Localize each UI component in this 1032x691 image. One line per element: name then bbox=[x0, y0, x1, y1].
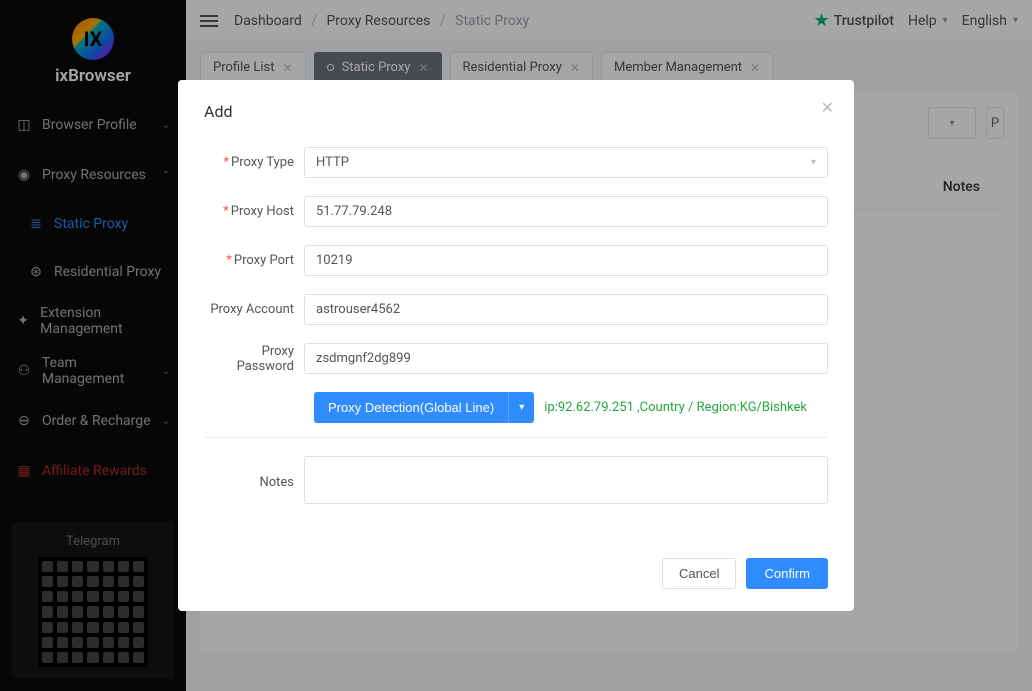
add-proxy-modal: Add ✕ *Proxy Type HTTP ▾ *Proxy Host *Pr… bbox=[178, 80, 854, 611]
proxy-port-input[interactable] bbox=[304, 245, 828, 276]
close-icon[interactable]: ✕ bbox=[821, 98, 834, 117]
proxy-password-input[interactable] bbox=[304, 343, 828, 374]
cancel-button[interactable]: Cancel bbox=[662, 558, 736, 589]
confirm-button[interactable]: Confirm bbox=[746, 558, 828, 589]
proxy-detection-dropdown[interactable]: ▾ bbox=[508, 392, 534, 423]
proxy-detection-button[interactable]: Proxy Detection(Global Line) bbox=[314, 392, 508, 423]
proxy-type-label: *Proxy Type bbox=[204, 155, 304, 170]
proxy-port-label: *Proxy Port bbox=[204, 253, 304, 268]
proxy-account-input[interactable] bbox=[304, 294, 828, 325]
modal-footer: Cancel Confirm bbox=[204, 558, 828, 589]
divider bbox=[204, 437, 828, 438]
chevron-down-icon: ▾ bbox=[811, 157, 816, 168]
modal-title: Add bbox=[204, 102, 828, 121]
modal-overlay: Add ✕ *Proxy Type HTTP ▾ *Proxy Host *Pr… bbox=[0, 0, 1032, 691]
notes-label: Notes bbox=[204, 475, 304, 490]
proxy-host-input[interactable] bbox=[304, 196, 828, 227]
detection-result: ip:92.62.79.251 ,Country / Region:KG/Bis… bbox=[544, 400, 807, 415]
proxy-type-select[interactable]: HTTP ▾ bbox=[304, 147, 828, 178]
proxy-type-value: HTTP bbox=[316, 155, 349, 170]
notes-input[interactable] bbox=[304, 456, 828, 504]
proxy-detection-button-group: Proxy Detection(Global Line) ▾ bbox=[314, 392, 534, 423]
proxy-account-label: Proxy Account bbox=[204, 302, 304, 317]
proxy-password-label: Proxy Password bbox=[204, 344, 304, 374]
proxy-host-label: *Proxy Host bbox=[204, 204, 304, 219]
